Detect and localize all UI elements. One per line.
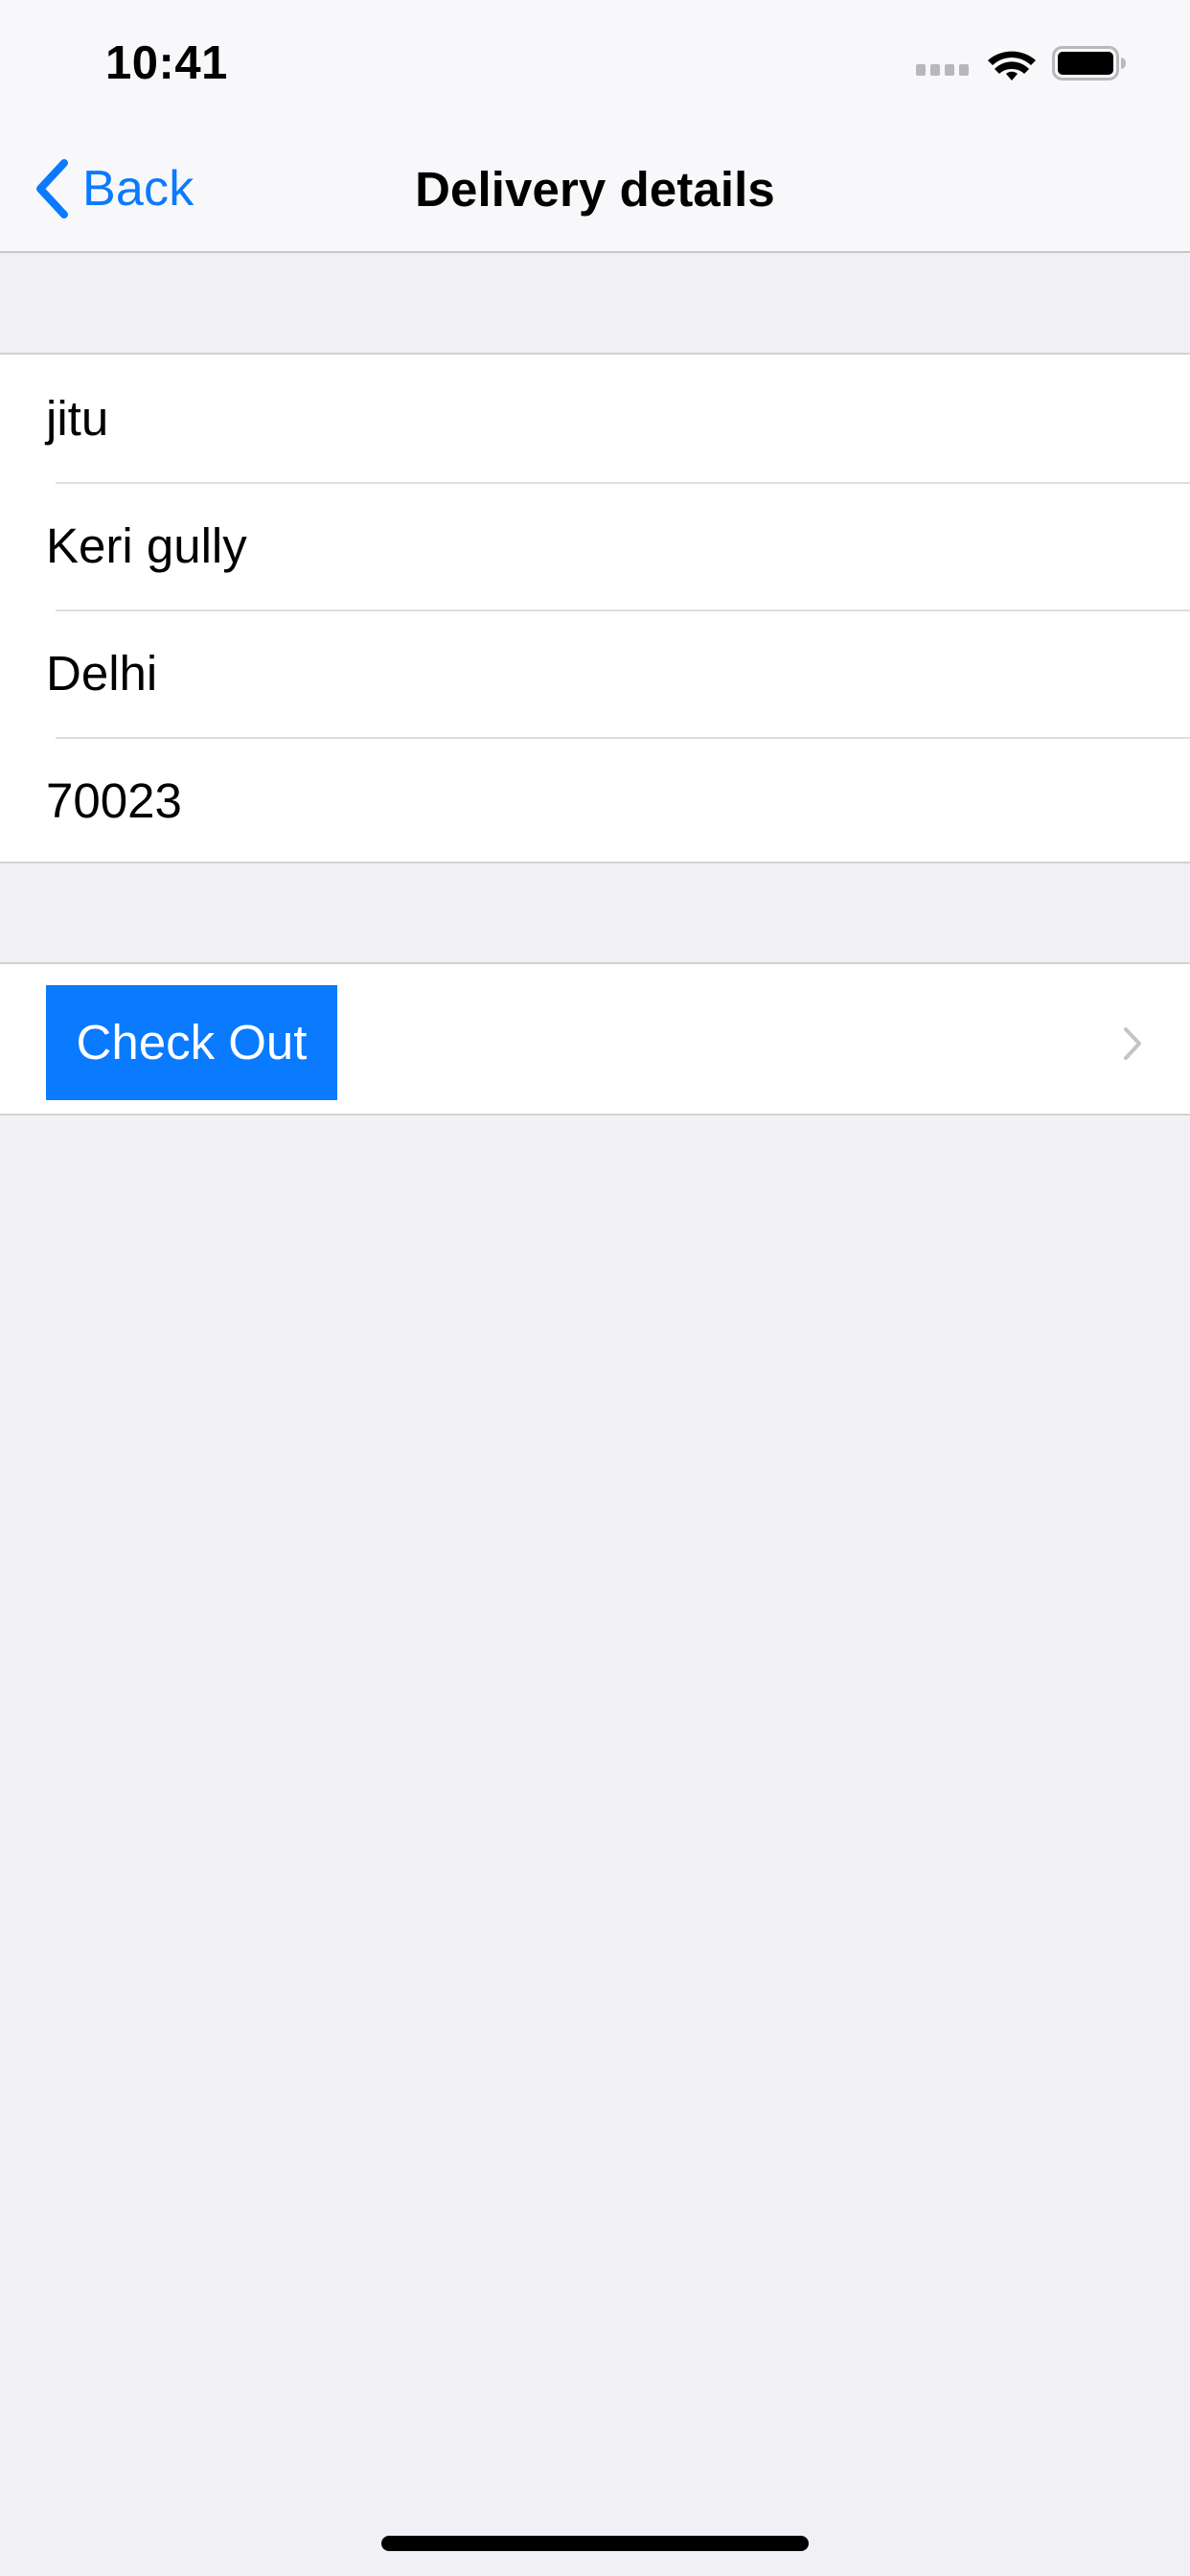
checkout-row[interactable]: Check Out [0, 962, 1190, 1116]
city-value: Delhi [46, 646, 158, 701]
signal-icon [916, 63, 972, 77]
delivery-details-screen: 10:41 Back Delivery details jitu Keri gu… [0, 0, 1190, 2576]
status-time: 10:41 [105, 37, 228, 89]
city-field[interactable]: Delhi [0, 610, 1190, 737]
street-value: Keri gully [46, 518, 247, 573]
name-field[interactable]: jitu [0, 355, 1190, 482]
postal-code-field[interactable]: 70023 [0, 737, 1190, 864]
battery-icon [1052, 46, 1126, 80]
navigation-bar: Back Delivery details [0, 126, 1190, 253]
checkout-button[interactable]: Check Out [46, 985, 337, 1100]
status-bar: 10:41 [0, 0, 1190, 126]
wifi-icon [988, 51, 1036, 80]
name-value: jitu [46, 391, 109, 446]
page-title: Delivery details [415, 162, 775, 217]
postal-code-value: 70023 [46, 773, 182, 828]
chevron-right-icon [1124, 1027, 1141, 1060]
street-field[interactable]: Keri gully [0, 482, 1190, 610]
home-indicator[interactable] [381, 2536, 809, 2551]
delivery-form: jitu Keri gully Delhi 70023 [0, 353, 1190, 863]
